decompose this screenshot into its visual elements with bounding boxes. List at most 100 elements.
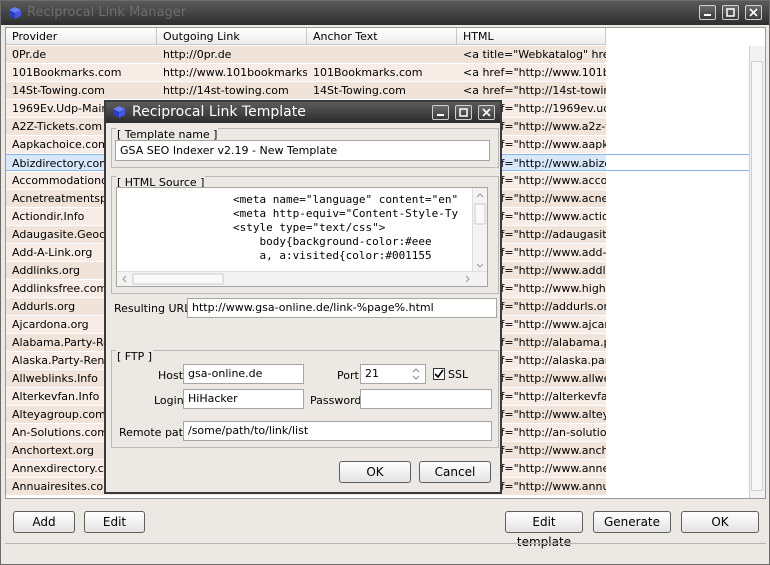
maximize-button[interactable] — [722, 5, 739, 20]
row-filler — [606, 316, 751, 333]
port-stepper-icon[interactable] — [409, 366, 423, 382]
cell-anchor-text — [307, 46, 457, 63]
row-filler — [606, 478, 751, 495]
html-source-horizontal-scrollbar[interactable] — [117, 271, 487, 286]
title-bar: Reciprocal Link Manager — [1, 1, 769, 25]
html-source-vertical-scrollbar[interactable] — [472, 188, 487, 272]
ssl-checkbox[interactable] — [433, 368, 445, 380]
port-label: Port — [337, 369, 359, 382]
cell-outgoing-link: http://0pr.de — [157, 46, 307, 63]
close-icon — [482, 108, 491, 117]
scroll-arrows-icon — [474, 193, 486, 268]
dialog-cube-icon — [113, 106, 125, 118]
template-name-input[interactable]: GSA SEO Indexer v2.19 - New Template — [115, 140, 490, 161]
grid-vertical-scrollbar[interactable] — [749, 46, 765, 498]
row-filler — [606, 352, 751, 369]
dialog-minimize-button[interactable] — [432, 105, 449, 120]
row-filler — [606, 334, 751, 351]
add-button[interactable]: Add — [13, 511, 75, 533]
row-filler — [606, 280, 751, 297]
close-button[interactable] — [745, 5, 762, 20]
row-filler — [606, 64, 751, 81]
maximize-icon — [726, 8, 735, 17]
ssl-label: SSL — [448, 368, 469, 381]
template-dialog: Reciprocal Link Template [ Template name… — [104, 100, 502, 494]
maximize-icon — [459, 108, 468, 117]
html-source-line: <meta http-equiv="Content-Style-Ty — [233, 207, 459, 220]
column-header-provider[interactable]: Provider — [6, 28, 157, 45]
login-label: Login — [154, 394, 184, 407]
html-source-text: <meta name="language" content="en" <meta … — [233, 193, 458, 263]
close-icon — [749, 8, 758, 17]
row-filler — [606, 298, 751, 315]
grid-header: Provider Outgoing Link Anchor Text HTML — [6, 28, 606, 46]
html-source-line: a, a:visited{color:#001155 — [233, 249, 432, 262]
minimize-button[interactable] — [699, 5, 716, 20]
html-source-line: body{background-color:#eee — [233, 235, 432, 248]
dialog-ok-button[interactable]: OK — [339, 461, 411, 483]
row-filler — [606, 226, 751, 243]
checkmark-icon — [434, 369, 444, 379]
cell-anchor-text: 101Bookmarks.com — [307, 64, 457, 81]
row-filler — [606, 442, 751, 459]
row-filler — [606, 154, 751, 171]
edit-template-button[interactable]: Edit template — [505, 511, 583, 549]
html-source-line: <style type="text/css"> — [233, 221, 386, 234]
html-source-editor[interactable]: <meta name="language" content="en" <meta … — [116, 187, 488, 287]
row-filler — [606, 370, 751, 387]
remote-path-input[interactable]: /some/path/to/link/list — [183, 421, 492, 441]
row-filler — [606, 136, 751, 153]
row-filler — [606, 46, 751, 63]
password-input[interactable] — [360, 389, 492, 409]
ftp-legend: [ FTP ] — [116, 350, 154, 363]
row-filler — [606, 388, 751, 405]
row-filler — [606, 244, 751, 261]
resulting-url-label: Resulting URL — [114, 302, 191, 315]
ok-button[interactable]: OK — [681, 511, 759, 533]
edit-button[interactable]: Edit — [84, 511, 145, 533]
column-header-html[interactable]: HTML — [457, 28, 606, 45]
generate-button[interactable]: Generate — [593, 511, 671, 533]
host-label: Host — [158, 369, 184, 382]
cell-html: <a href="http://14st-towing... — [457, 82, 606, 99]
remote-path-label: Remote path — [119, 426, 190, 439]
password-label: Password — [310, 394, 362, 407]
resulting-url-input[interactable]: http://www.gsa-online.de/link-%page%.htm… — [187, 298, 497, 318]
cell-outgoing-link: http://www.101bookmarks.... — [157, 64, 307, 81]
cell-anchor-text: 14St-Towing.com — [307, 82, 457, 99]
column-header-anchor-text[interactable]: Anchor Text — [307, 28, 457, 45]
row-filler — [606, 190, 751, 207]
dialog-close-button[interactable] — [478, 105, 495, 120]
row-filler — [606, 262, 751, 279]
host-input[interactable]: gsa-online.de — [183, 364, 304, 384]
cell-outgoing-link: http://14st-towing.com — [157, 82, 307, 99]
status-bar — [5, 543, 766, 562]
scroll-arrows-icon — [122, 273, 470, 285]
row-filler — [606, 406, 751, 423]
cell-provider: 101Bookmarks.com — [6, 64, 157, 81]
row-filler — [606, 424, 751, 441]
table-row[interactable]: 14St-Towing.com http://14st-towing.com 14S… — [6, 82, 751, 100]
minimize-icon — [437, 114, 444, 116]
column-header-outgoing-link[interactable]: Outgoing Link — [157, 28, 307, 45]
row-filler — [606, 460, 751, 477]
table-row[interactable]: 0Pr.de http://0pr.de <a title="Webkatalog"… — [6, 46, 751, 64]
login-input[interactable]: HiHacker — [183, 389, 304, 409]
row-filler — [606, 82, 751, 99]
minimize-icon — [704, 14, 711, 16]
app-cube-icon — [9, 7, 21, 19]
cell-provider: 0Pr.de — [6, 46, 157, 63]
row-filler — [606, 118, 751, 135]
table-row[interactable]: 101Bookmarks.com http://www.101bookmarks.… — [6, 64, 751, 82]
cell-html: <a href="http://www.101b... — [457, 64, 606, 81]
html-source-line: <meta name="language" content="en" — [233, 193, 459, 206]
dialog-maximize-button[interactable] — [455, 105, 472, 120]
dialog-title: Reciprocal Link Template — [132, 104, 306, 120]
scrollbar-thumb[interactable] — [751, 61, 763, 491]
dialog-title-bar: Reciprocal Link Template — [106, 102, 500, 123]
cell-provider: 14St-Towing.com — [6, 82, 157, 99]
dialog-cancel-button[interactable]: Cancel — [419, 461, 491, 483]
row-filler — [606, 208, 751, 225]
window-title: Reciprocal Link Manager — [27, 5, 187, 20]
row-filler — [606, 172, 751, 189]
